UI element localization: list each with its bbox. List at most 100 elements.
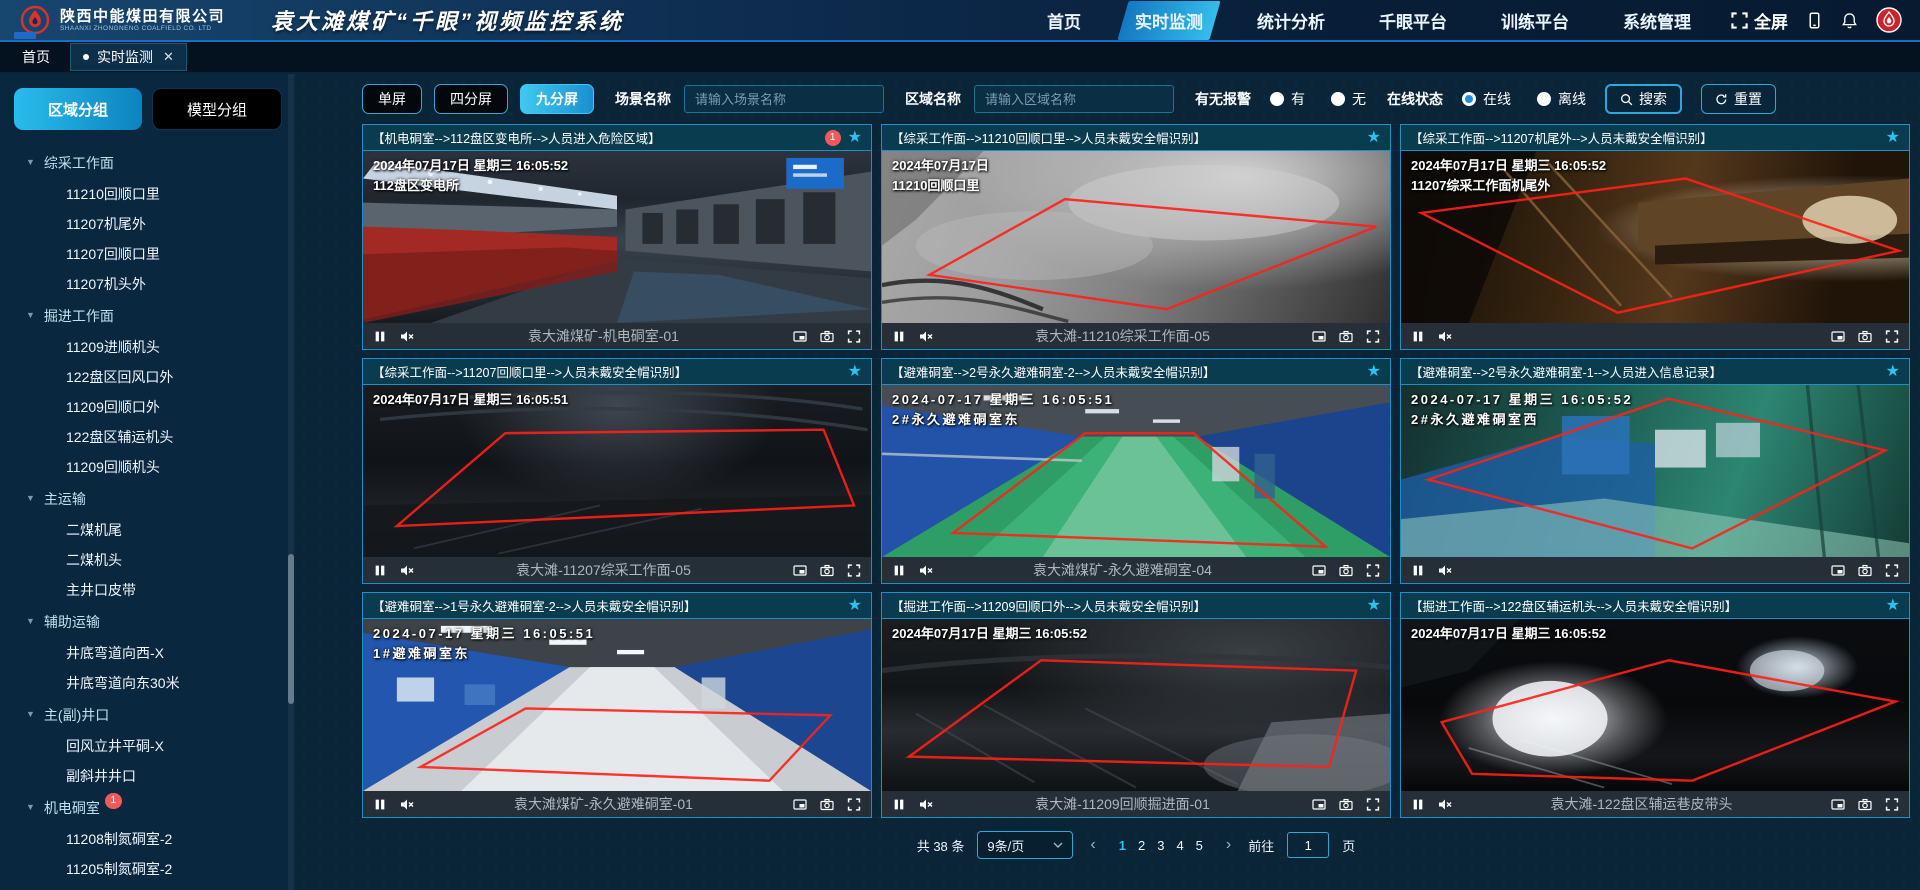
pause-icon[interactable]: [892, 330, 906, 343]
area-name-input[interactable]: [974, 85, 1174, 113]
snapshot-camera-icon[interactable]: [820, 564, 834, 577]
pause-icon[interactable]: [1411, 330, 1425, 343]
page-size-select[interactable]: 9条/页: [977, 831, 1073, 859]
radio-icon[interactable]: [1331, 92, 1345, 106]
snapshot-camera-icon[interactable]: [1339, 330, 1353, 343]
pause-icon[interactable]: [892, 798, 906, 811]
tree-item[interactable]: 122盘区水泵房: [0, 884, 296, 890]
video-stream[interactable]: 2024年07月17日 星期三 16:05:52: [1401, 619, 1909, 791]
next-page-button[interactable]: ›: [1222, 836, 1235, 854]
favorite-star-icon[interactable]: ★: [1886, 598, 1900, 614]
video-stream[interactable]: 2024年07月17日 星期三 16:05:52112盘区变电所: [363, 151, 871, 323]
tab-close-icon[interactable]: ✕: [163, 49, 174, 65]
page-number-4[interactable]: 4: [1170, 838, 1189, 853]
tree-item[interactable]: 122盘区回风口外: [0, 362, 296, 392]
volume-muted-icon[interactable]: [919, 564, 933, 577]
radio-option[interactable]: 离线: [1537, 89, 1586, 109]
video-stream[interactable]: 2024年07月17日 星期三 16:05:51: [363, 385, 871, 557]
tree-item[interactable]: 副斜井井口: [0, 761, 296, 791]
volume-muted-icon[interactable]: [1438, 798, 1452, 811]
tree-group[interactable]: ▼综采工作面: [0, 146, 296, 179]
radio-option[interactable]: 无: [1331, 89, 1366, 109]
tree-item[interactable]: 11205制氮硐室-2: [0, 854, 296, 884]
reset-button[interactable]: 重置: [1701, 84, 1776, 114]
favorite-star-icon[interactable]: ★: [848, 130, 862, 146]
nav-item-6[interactable]: 系统管理: [1611, 1, 1703, 40]
nav-item-4[interactable]: 千眼平台: [1367, 1, 1459, 40]
picture-in-picture-icon[interactable]: [793, 798, 807, 811]
pause-icon[interactable]: [1411, 564, 1425, 577]
fullscreen-icon[interactable]: [1366, 798, 1380, 811]
goto-page-input[interactable]: [1287, 832, 1329, 858]
radio-option[interactable]: 在线: [1462, 89, 1511, 109]
nav-item-5[interactable]: 训练平台: [1489, 1, 1581, 40]
bell-icon[interactable]: [1841, 12, 1858, 29]
volume-muted-icon[interactable]: [400, 564, 414, 577]
user-avatar[interactable]: [1876, 7, 1902, 33]
volume-muted-icon[interactable]: [919, 330, 933, 343]
snapshot-camera-icon[interactable]: [1339, 564, 1353, 577]
fullscreen-icon[interactable]: [1885, 330, 1899, 343]
tree-item[interactable]: 井底弯道向东30米: [0, 668, 296, 698]
page-number-1[interactable]: 1: [1113, 838, 1132, 853]
tree-item[interactable]: 11209进顺机头: [0, 332, 296, 362]
snapshot-camera-icon[interactable]: [820, 798, 834, 811]
picture-in-picture-icon[interactable]: [1312, 798, 1326, 811]
pause-icon[interactable]: [1411, 798, 1425, 811]
snapshot-camera-icon[interactable]: [1858, 564, 1872, 577]
video-stream[interactable]: 2024-07-17 星期三 16:05:512#永久避难硐室东: [882, 385, 1390, 557]
picture-in-picture-icon[interactable]: [1831, 330, 1845, 343]
picture-in-picture-icon[interactable]: [1831, 798, 1845, 811]
picture-in-picture-icon[interactable]: [793, 564, 807, 577]
prev-page-button[interactable]: ‹: [1086, 836, 1099, 854]
volume-muted-icon[interactable]: [919, 798, 933, 811]
sidebar-tab-area-group[interactable]: 区域分组: [14, 88, 142, 130]
tree-group[interactable]: ▼机电硐室1: [0, 791, 296, 824]
volume-muted-icon[interactable]: [400, 798, 414, 811]
fullscreen-icon[interactable]: [1885, 798, 1899, 811]
snapshot-camera-icon[interactable]: [1858, 798, 1872, 811]
tree-item[interactable]: 11210回顺口里: [0, 179, 296, 209]
page-number-5[interactable]: 5: [1190, 838, 1209, 853]
mobile-icon[interactable]: [1806, 12, 1823, 29]
tree-group[interactable]: ▼主(副)井口: [0, 698, 296, 731]
tree-item[interactable]: 122盘区辅运机头: [0, 422, 296, 452]
video-stream[interactable]: 2024-07-17 星期三 16:05:522#永久避难硐室西: [1401, 385, 1909, 557]
snapshot-camera-icon[interactable]: [1339, 798, 1353, 811]
picture-in-picture-icon[interactable]: [793, 330, 807, 343]
volume-muted-icon[interactable]: [400, 330, 414, 343]
pause-icon[interactable]: [373, 798, 387, 811]
favorite-star-icon[interactable]: ★: [1367, 598, 1381, 614]
fullscreen-icon[interactable]: [847, 330, 861, 343]
tab-realtime-monitor[interactable]: 实时监测 ✕: [70, 43, 187, 71]
snapshot-camera-icon[interactable]: [820, 330, 834, 343]
favorite-star-icon[interactable]: ★: [1367, 130, 1381, 146]
fullscreen-icon[interactable]: [847, 798, 861, 811]
video-stream[interactable]: 2024年07月17日 星期三 16:05:5211207综采工作面机尾外: [1401, 151, 1909, 323]
page-number-3[interactable]: 3: [1151, 838, 1170, 853]
video-stream[interactable]: 2024年07月17日11210回顺口里: [882, 151, 1390, 323]
sidebar-scrollbar-thumb[interactable]: [288, 554, 294, 704]
favorite-star-icon[interactable]: ★: [848, 364, 862, 380]
picture-in-picture-icon[interactable]: [1831, 564, 1845, 577]
pause-icon[interactable]: [892, 564, 906, 577]
tree-group[interactable]: ▼掘进工作面: [0, 299, 296, 332]
tree-item[interactable]: 二煤机尾: [0, 515, 296, 545]
tree-item[interactable]: 11207机尾外: [0, 209, 296, 239]
nav-item-2[interactable]: 实时监测: [1123, 1, 1215, 40]
tree-item[interactable]: 主井口皮带: [0, 575, 296, 605]
page-number-2[interactable]: 2: [1132, 838, 1151, 853]
radio-checked-icon[interactable]: [1462, 92, 1476, 106]
snapshot-camera-icon[interactable]: [1858, 330, 1872, 343]
fullscreen-icon[interactable]: [847, 564, 861, 577]
view-mode-button-3[interactable]: 九分屏: [520, 84, 594, 114]
radio-option[interactable]: 有: [1270, 89, 1305, 109]
video-stream[interactable]: 2024-07-17 星期三 16:05:511#避难硐室东: [363, 619, 871, 791]
pause-icon[interactable]: [373, 330, 387, 343]
radio-icon[interactable]: [1270, 92, 1284, 106]
tree-item[interactable]: 11207机头外: [0, 269, 296, 299]
picture-in-picture-icon[interactable]: [1312, 330, 1326, 343]
favorite-star-icon[interactable]: ★: [1886, 364, 1900, 380]
scene-name-input[interactable]: [684, 85, 884, 113]
sidebar-scrollbar[interactable]: [288, 74, 294, 890]
